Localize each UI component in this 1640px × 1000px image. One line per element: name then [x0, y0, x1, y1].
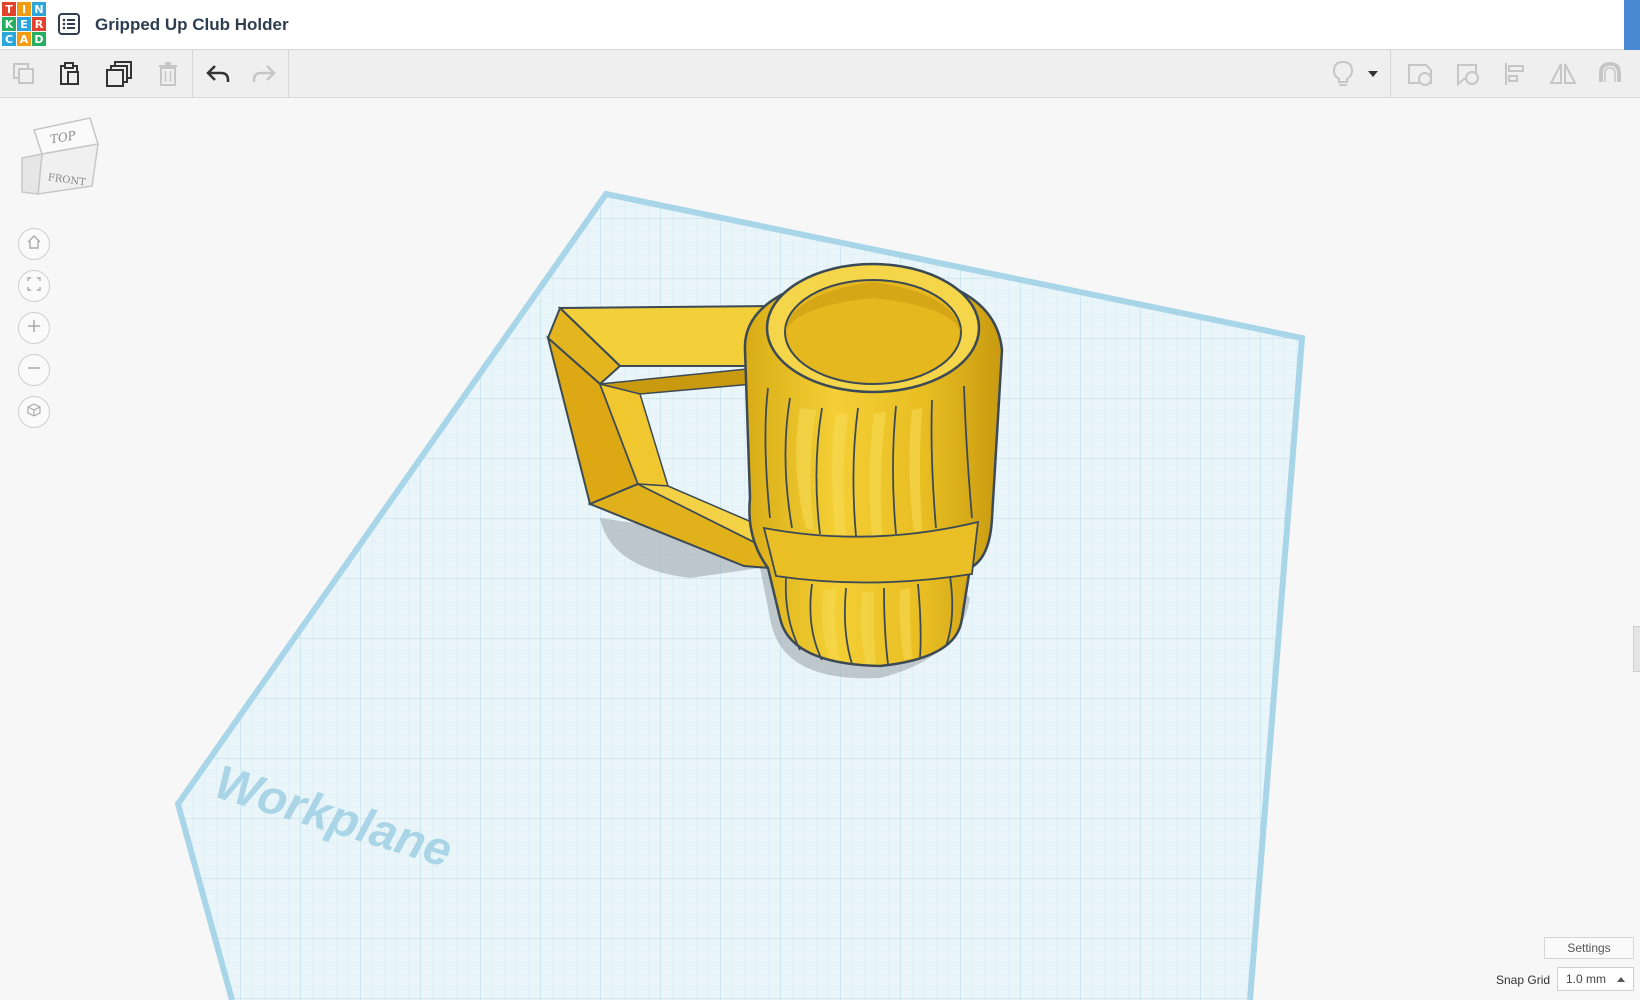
- home-icon: [26, 234, 42, 255]
- logo-letter: T: [2, 2, 16, 16]
- snap-grid-label: Snap Grid: [1496, 973, 1551, 987]
- caret-up-icon: [1617, 977, 1625, 982]
- logo-letter: D: [32, 32, 46, 46]
- lightbulb-icon[interactable]: [1328, 60, 1358, 88]
- side-panel-toggle[interactable]: [1633, 626, 1640, 672]
- title-bar: TIN KER CAD Gripped Up Club Holder: [0, 0, 1640, 50]
- zoom-in-icon: [26, 318, 42, 339]
- ortho-view-button[interactable]: [18, 396, 50, 428]
- design-list-icon[interactable]: [58, 13, 80, 35]
- paste-icon[interactable]: [55, 60, 85, 88]
- snap-grid-value: 1.0 mm: [1566, 972, 1607, 986]
- logo-letter: K: [2, 17, 16, 31]
- fit-icon: [26, 276, 42, 297]
- copy-icon[interactable]: [9, 60, 39, 88]
- design-title[interactable]: Gripped Up Club Holder: [95, 15, 289, 35]
- zoom-in-button[interactable]: [18, 312, 50, 344]
- home-view-button[interactable]: [18, 228, 50, 260]
- mug-body[interactable]: [743, 262, 1004, 668]
- logo-letter: C: [2, 32, 16, 46]
- magnet-icon[interactable]: [1595, 60, 1625, 88]
- speech-bubble-icon[interactable]: [1453, 60, 1483, 88]
- lightbulb-dropdown-icon[interactable]: [1363, 60, 1383, 88]
- mirror-icon[interactable]: [1548, 60, 1578, 88]
- tinkercad-logo[interactable]: TIN KER CAD: [2, 2, 46, 46]
- settings-button[interactable]: Settings: [1544, 937, 1634, 959]
- logo-letter: I: [17, 2, 31, 16]
- delete-icon[interactable]: [153, 60, 183, 88]
- view-cube[interactable]: TOP FRONT: [20, 112, 102, 202]
- toolbar-separator: [1390, 50, 1391, 98]
- note-icon[interactable]: [1405, 60, 1435, 88]
- toolbar-separator: [288, 50, 289, 98]
- user-menu-edge[interactable]: [1624, 0, 1640, 50]
- logo-letter: E: [17, 17, 31, 31]
- logo-letter: R: [32, 17, 46, 31]
- edit-toolbar: [0, 50, 1640, 98]
- snap-grid-select[interactable]: 1.0 mm: [1557, 967, 1634, 991]
- undo-icon[interactable]: [203, 60, 233, 88]
- 3d-viewport[interactable]: Workplane TOP FRONT: [0, 98, 1640, 1000]
- align-icon[interactable]: [1501, 60, 1531, 88]
- toolbar-separator: [192, 50, 193, 98]
- logo-letter: A: [17, 32, 31, 46]
- logo-letter: N: [32, 2, 46, 16]
- duplicate-icon[interactable]: [104, 60, 134, 88]
- zoom-out-button[interactable]: [18, 354, 50, 386]
- ortho-icon: [26, 402, 42, 423]
- 3d-scene[interactable]: Workplane: [0, 98, 1640, 1000]
- zoom-out-icon: [26, 360, 42, 381]
- fit-view-button[interactable]: [18, 270, 50, 302]
- redo-icon[interactable]: [249, 60, 279, 88]
